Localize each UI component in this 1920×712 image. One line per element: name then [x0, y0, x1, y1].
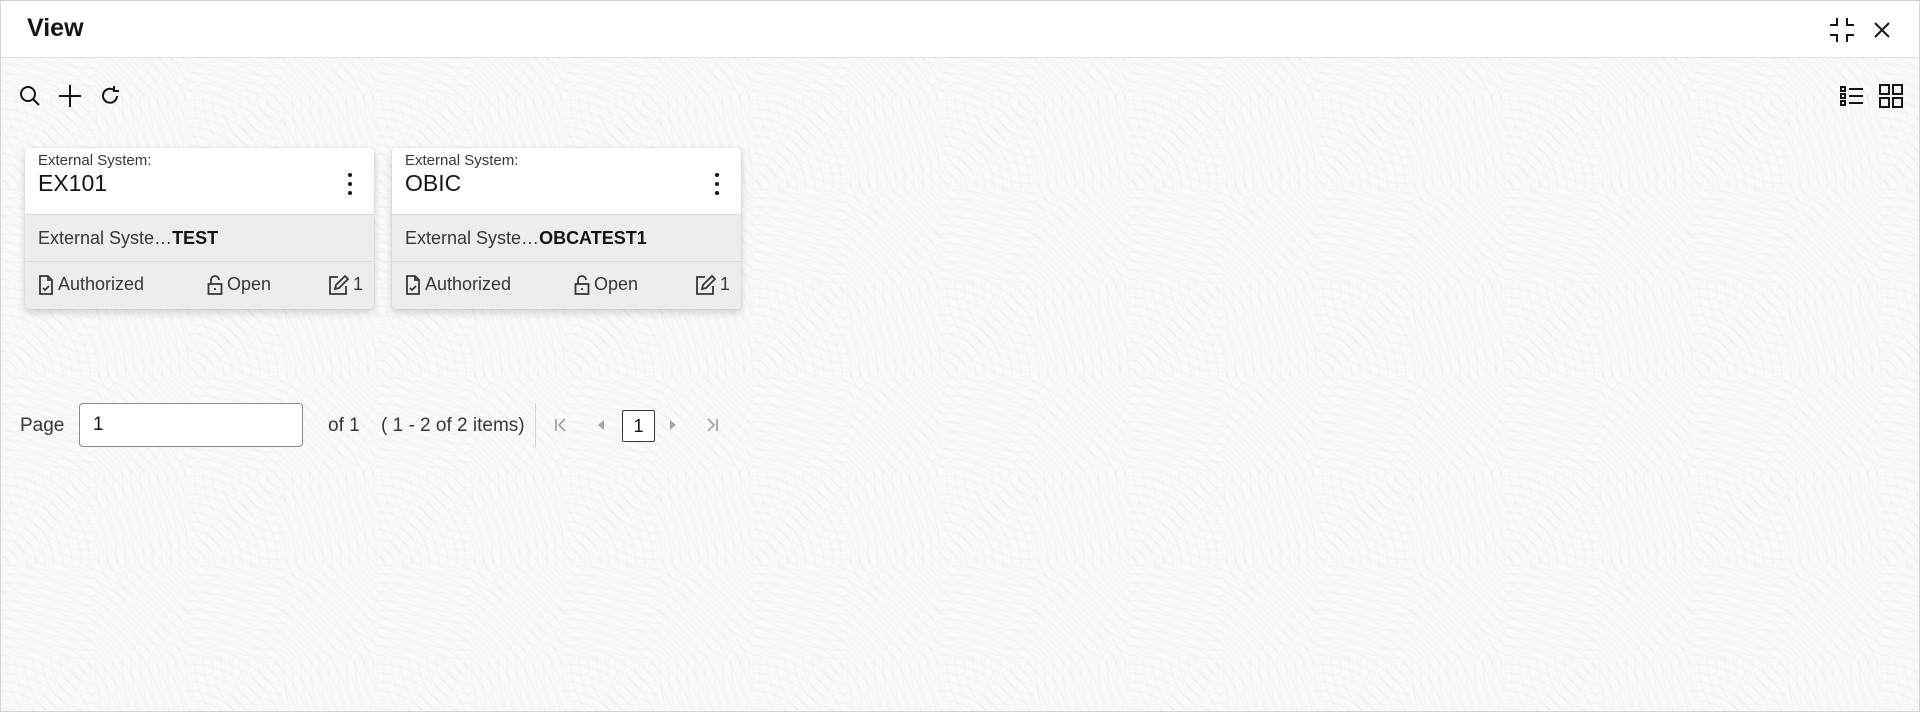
card-footer: Authorized Open 1: [392, 262, 741, 309]
page-label: Page: [20, 415, 65, 436]
card-description: External Syste… TEST: [25, 214, 374, 262]
lock-status[interactable]: Open: [574, 274, 638, 295]
authorization-status[interactable]: Authorized: [38, 274, 144, 295]
lock-status-text: Open: [594, 274, 639, 294]
pagination-divider: [535, 403, 536, 447]
refresh-icon[interactable]: [93, 79, 127, 113]
edit-count[interactable]: 1: [696, 274, 730, 295]
edit-count-text: 1: [720, 274, 731, 294]
card-label: External System:: [405, 152, 519, 169]
edit-icon: [329, 274, 349, 295]
pagination: Page of 1 ( 1 - 2 of 2 items) 1: [1, 403, 801, 447]
document-check-icon: [39, 274, 53, 295]
description-value: TEST: [172, 227, 219, 248]
card-external-system[interactable]: External System: OBIC External Syste… OBC…: [392, 148, 741, 309]
lock-status-text: Open: [227, 274, 272, 294]
last-page-icon[interactable]: [699, 411, 725, 439]
edit-count[interactable]: 1: [329, 274, 363, 295]
description-prefix: External Syste…: [405, 227, 540, 248]
authorization-status[interactable]: Authorized: [405, 274, 511, 295]
close-icon[interactable]: [1865, 13, 1899, 47]
first-page-icon[interactable]: [548, 411, 574, 439]
description-value: OBCATEST1: [539, 227, 647, 248]
unlock-icon: [207, 274, 223, 295]
status-text: Authorized: [58, 274, 145, 294]
document-check-icon: [406, 274, 420, 295]
description-prefix: External Syste…: [38, 227, 173, 248]
list-view-icon[interactable]: [1835, 79, 1869, 113]
card-description: External Syste… OBCATEST1: [392, 214, 741, 262]
current-page-button[interactable]: 1: [622, 410, 655, 442]
card-label: External System:: [38, 152, 152, 169]
page-of-text: of 1: [328, 415, 360, 436]
page-input[interactable]: [79, 403, 303, 447]
view-window: View External System: EX101 External Sys…: [0, 0, 1920, 712]
window-title: View: [27, 14, 84, 42]
card-header: External System: EX101: [25, 148, 374, 214]
edit-count-text: 1: [353, 274, 364, 294]
card-value: OBIC: [405, 170, 462, 196]
compress-icon[interactable]: [1825, 13, 1859, 47]
more-options-icon[interactable]: [705, 170, 729, 198]
card-footer: Authorized Open 1: [25, 262, 374, 309]
grid-view-icon[interactable]: [1874, 79, 1908, 113]
status-text: Authorized: [425, 274, 512, 294]
edit-icon: [696, 274, 716, 295]
card-value: EX101: [38, 170, 108, 196]
items-range-text: ( 1 - 2 of 2 items): [381, 415, 525, 436]
search-icon[interactable]: [13, 79, 47, 113]
unlock-icon: [574, 274, 590, 295]
add-icon[interactable]: [53, 79, 87, 113]
more-options-icon[interactable]: [338, 170, 362, 198]
lock-status[interactable]: Open: [207, 274, 271, 295]
previous-page-icon[interactable]: [588, 411, 614, 439]
window-header: View: [1, 1, 1919, 58]
card-header: External System: OBIC: [392, 148, 741, 214]
card-external-system[interactable]: External System: EX101 External Syste… TE…: [25, 148, 374, 309]
next-page-icon[interactable]: [660, 411, 686, 439]
